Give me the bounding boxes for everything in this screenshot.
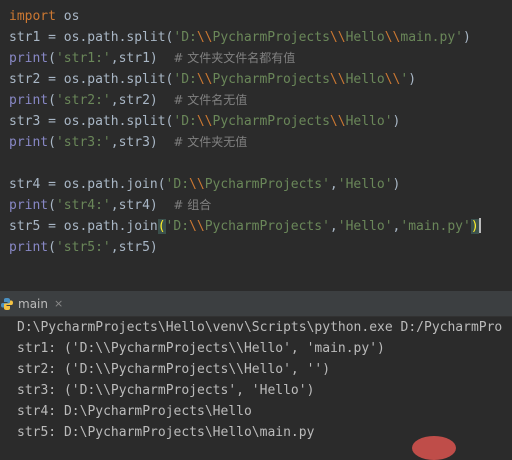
escape-sequence: \\	[196, 72, 213, 87]
code-text: ,str5)	[110, 240, 158, 255]
run-tab-main[interactable]: main ×	[0, 291, 71, 316]
code-comment: # 组合	[173, 198, 212, 212]
code-line[interactable]: import os	[9, 6, 79, 27]
string-literal: 'str4:'	[55, 198, 111, 213]
close-icon[interactable]: ×	[54, 297, 63, 310]
code-text: (	[48, 51, 56, 66]
string-literal: Hello	[345, 72, 385, 87]
string-literal: 'Hello'	[337, 219, 393, 234]
string-literal: 'D:	[173, 30, 197, 45]
console-line: str1: ('D:\\PycharmProjects\\Hello', 'ma…	[17, 341, 385, 356]
builtin-function: print	[9, 93, 49, 108]
escape-sequence: \\	[189, 219, 205, 234]
run-console[interactable]: D:\PycharmProjects\Hello\venv\Scripts\py…	[0, 317, 512, 444]
code-editor[interactable]: import os str1 = os.path.split('D:\\Pych…	[0, 0, 512, 266]
string-literal: 'D:	[165, 219, 190, 234]
code-text: ,str3)	[110, 135, 174, 150]
string-literal: PycharmProjects'	[204, 219, 330, 234]
run-tab-label: main	[18, 296, 48, 311]
code-text: )	[392, 114, 401, 129]
builtin-function: print	[9, 198, 49, 213]
code-line[interactable]: str5 = os.path.join('D:\\PycharmProjects…	[9, 216, 481, 237]
string-literal: 'D:	[173, 72, 197, 87]
escape-sequence: \\	[196, 114, 213, 129]
escape-sequence: \\	[329, 72, 346, 87]
string-literal: PycharmProjects'	[204, 177, 330, 192]
string-literal: 'str3:'	[55, 135, 111, 150]
console-line: str3: ('D:\\PycharmProjects', 'Hello')	[17, 383, 315, 398]
code-text: )	[408, 72, 417, 87]
console-line: D:\PycharmProjects\Hello\venv\Scripts\py…	[17, 320, 503, 335]
code-text: str4 = os.path.join(	[9, 177, 166, 192]
code-text: ,	[329, 177, 338, 192]
code-comment: # 文件名无值	[173, 93, 248, 107]
code-text: (	[48, 135, 56, 150]
console-line: str5: D:\PycharmProjects\Hello\main.py	[17, 425, 315, 440]
keyword: import	[9, 9, 56, 24]
floating-widget	[412, 436, 456, 460]
code-text: )	[463, 30, 471, 45]
code-line[interactable]: print('str2:',str2) # 文件名无值	[9, 90, 247, 111]
code-text: str3 = os.path.split(	[9, 114, 174, 129]
matched-paren: )	[470, 219, 479, 234]
string-literal: Hello	[345, 30, 385, 45]
string-literal: 'Hello'	[337, 177, 393, 192]
escape-sequence: \\	[196, 30, 213, 45]
code-text: ,str2)	[110, 93, 174, 108]
python-icon	[1, 297, 13, 310]
escape-sequence: \\	[329, 30, 346, 45]
code-text: (	[48, 240, 56, 255]
escape-sequence: \\	[384, 30, 401, 45]
code-text: ,str1)	[110, 51, 174, 66]
escape-sequence: \\	[384, 72, 401, 87]
code-line[interactable]: print('str1:',str1) # 文件夹文件名都有值	[9, 48, 295, 69]
matched-paren: (	[157, 219, 166, 234]
builtin-function: print	[9, 135, 49, 150]
string-literal: PycharmProjects	[212, 114, 330, 129]
code-text: str2 = os.path.split(	[9, 72, 174, 87]
run-tool-window-tabs: main ×	[0, 291, 512, 317]
string-literal: 'str5:'	[55, 240, 111, 255]
code-comment: # 文件夹文件名都有值	[173, 51, 296, 65]
string-literal: main.py'	[400, 30, 463, 45]
string-literal: PycharmProjects	[212, 30, 330, 45]
code-text: str5 = os.path.join	[9, 219, 158, 234]
code-line[interactable]: str1 = os.path.split('D:\\PycharmProject…	[9, 27, 471, 48]
code-text: )	[392, 177, 401, 192]
builtin-function: print	[9, 240, 49, 255]
string-literal: 'D:	[173, 114, 197, 129]
code-text: (	[48, 198, 56, 213]
code-text: ,str4)	[110, 198, 174, 213]
string-literal: 'str2:'	[55, 93, 111, 108]
code-line[interactable]: print('str3:',str3) # 文件夹无值	[9, 132, 247, 153]
console-line: str2: ('D:\\PycharmProjects\\Hello', '')	[17, 362, 331, 377]
code-line[interactable]: str3 = os.path.split('D:\\PycharmProject…	[9, 111, 400, 132]
string-literal: 'D:	[165, 177, 190, 192]
text-cursor	[478, 218, 481, 233]
console-line: str4: D:\PycharmProjects\Hello	[17, 404, 252, 419]
escape-sequence: \\	[189, 177, 205, 192]
builtin-function: print	[9, 51, 49, 66]
code-text: os	[55, 9, 80, 24]
code-text: str1 = os.path.split(	[9, 30, 174, 45]
code-text: ,	[329, 219, 338, 234]
escape-sequence: \\	[329, 114, 346, 129]
string-literal: PycharmProjects	[212, 72, 330, 87]
code-line[interactable]: str4 = os.path.join('D:\\PycharmProjects…	[9, 174, 400, 195]
code-line[interactable]: print('str4:',str4) # 组合	[9, 195, 211, 216]
string-literal: 'str1:'	[55, 51, 111, 66]
code-comment: # 文件夹无值	[173, 135, 248, 149]
string-literal: Hello'	[345, 114, 393, 129]
panel-splitter[interactable]	[0, 266, 512, 291]
code-line[interactable]: str2 = os.path.split('D:\\PycharmProject…	[9, 69, 416, 90]
string-literal: 'main.py'	[400, 219, 471, 234]
code-text: (	[48, 93, 56, 108]
code-line[interactable]: print('str5:',str5)	[9, 237, 158, 258]
